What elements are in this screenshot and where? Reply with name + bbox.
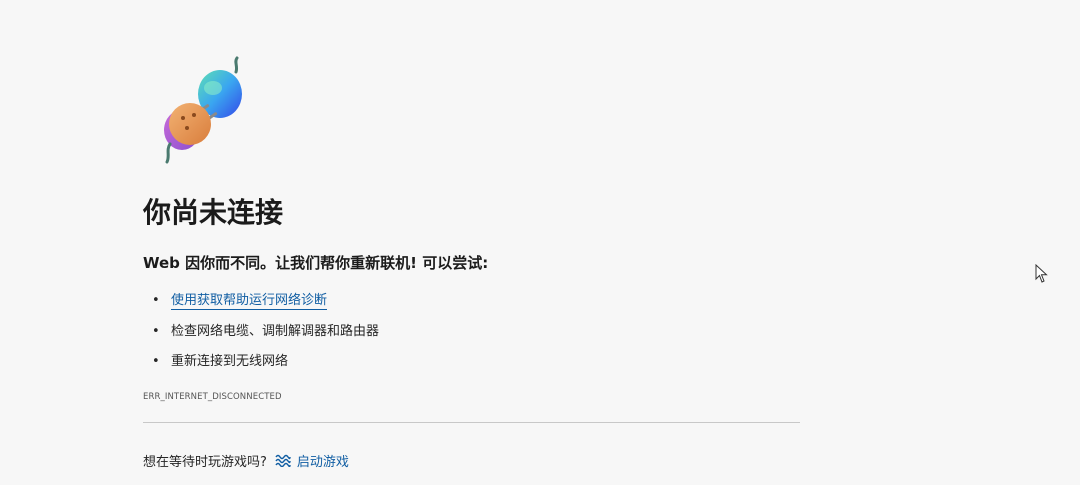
surf-wave-icon[interactable] <box>275 453 291 467</box>
error-code: ERR_INTERNET_DISCONNECTED <box>143 392 282 402</box>
mouse-pointer-icon <box>1035 264 1048 283</box>
suggestion-text: 检查网络电缆、调制解调器和路由器 <box>171 323 380 339</box>
list-item: • 检查网络电缆、调制解调器和路由器 <box>143 321 379 352</box>
disconnected-plug-icon <box>164 56 242 164</box>
page-subtitle: Web 因你而不同。让我们帮你重新联机! 可以尝试: <box>143 254 489 272</box>
page-title: 你尚未连接 <box>143 196 284 229</box>
suggestion-list: • 使用获取帮助运行网络诊断 • 检查网络电缆、调制解调器和路由器 • 重新连接… <box>143 290 379 382</box>
divider <box>143 422 800 423</box>
list-item: • 使用获取帮助运行网络诊断 <box>143 290 379 321</box>
game-prompt: 想在等待时玩游戏吗? <box>143 454 267 470</box>
bullet: • <box>152 323 160 339</box>
list-item: • 重新连接到无线网络 <box>143 351 379 382</box>
network-diagnostics-link[interactable]: 使用获取帮助运行网络诊断 <box>171 293 328 310</box>
game-row: 想在等待时玩游戏吗? 启动游戏 <box>143 450 349 470</box>
launch-game-link[interactable]: 启动游戏 <box>297 451 349 470</box>
bullet: • <box>152 293 160 308</box>
bullet: • <box>152 354 160 369</box>
suggestion-text: 重新连接到无线网络 <box>171 354 289 369</box>
error-page: 你尚未连接 Web 因你而不同。让我们帮你重新联机! 可以尝试: • 使用获取帮… <box>0 0 1080 485</box>
